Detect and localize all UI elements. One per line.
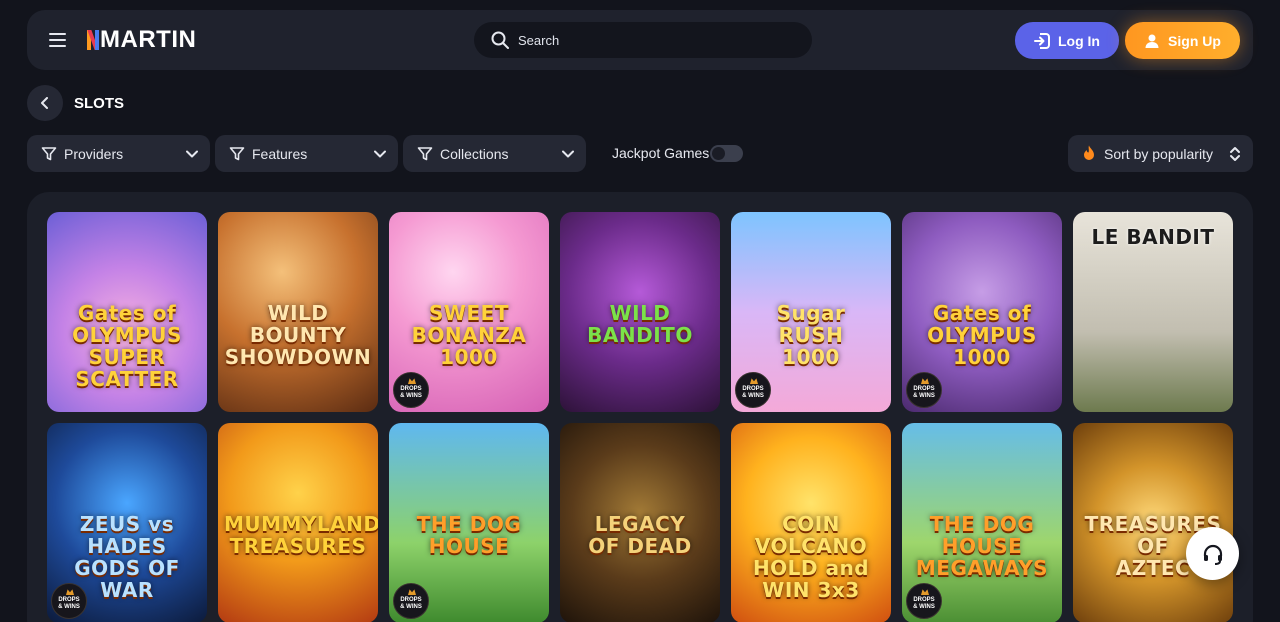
game-tile[interactable]: LEGACY OF DEAD: [560, 423, 720, 622]
back-button[interactable]: [27, 85, 63, 121]
game-tile[interactable]: ZEUS vs HADES GODS OF WAR DROPS & WINS: [47, 423, 207, 622]
logo-mark-icon: [87, 30, 99, 50]
drops-wins-badge: DROPS & WINS: [51, 583, 87, 619]
login-icon: [1034, 32, 1050, 49]
logo-text: MARTIN: [100, 26, 197, 53]
collections-dropdown[interactable]: Collections: [403, 135, 586, 172]
game-title: SWEET BONANZA 1000: [411, 301, 527, 369]
support-chat-button[interactable]: [1186, 527, 1239, 580]
game-title: THE DOG HOUSE: [416, 512, 522, 558]
game-title: LEGACY OF DEAD: [588, 512, 692, 558]
hamburger-icon[interactable]: [49, 33, 66, 47]
game-tile[interactable]: TREASURES OF AZTEC: [1073, 423, 1233, 622]
chevron-left-icon: [41, 97, 48, 109]
filter-icon: [417, 146, 433, 160]
filter-icon: [41, 146, 57, 160]
game-tile[interactable]: WILD BANDITO: [560, 212, 720, 412]
sort-label: Sort by popularity: [1104, 145, 1213, 162]
providers-dropdown[interactable]: Providers: [27, 135, 210, 172]
game-title: Gates of OLYMPUS SUPER SCATTER: [72, 301, 182, 391]
chevron-down-icon: [562, 150, 574, 157]
chevron-down-icon: [186, 150, 198, 157]
game-tile[interactable]: Sugar RUSH 1000 DROPS & WINS: [731, 212, 891, 412]
toggle-knob: [712, 147, 725, 160]
features-label: Features: [252, 145, 308, 162]
game-title: COIN VOLCANO HOLD and WIN 3x3: [752, 512, 870, 602]
game-tile[interactable]: MUMMYLAND TREASURES: [218, 423, 378, 622]
sort-dropdown[interactable]: Sort by popularity: [1068, 135, 1253, 172]
features-dropdown[interactable]: Features: [215, 135, 398, 172]
game-title: THE DOG HOUSE MEGAWAYS: [915, 512, 1049, 580]
page-title: SLOTS: [74, 95, 125, 112]
game-tile[interactable]: LE BANDIT: [1073, 212, 1233, 412]
drops-wins-badge: DROPS & WINS: [735, 372, 771, 408]
signup-label: Sign Up: [1168, 32, 1221, 49]
signup-button[interactable]: Sign Up: [1125, 22, 1240, 59]
filter-icon: [229, 146, 245, 160]
sort-icon: [1230, 146, 1240, 161]
collections-label: Collections: [440, 145, 509, 162]
chevron-down-icon: [374, 150, 386, 157]
game-title: Sugar RUSH 1000: [776, 301, 846, 369]
top-header: MARTIN Log In Sign Up: [27, 10, 1253, 70]
game-title: Gates of OLYMPUS 1000: [927, 301, 1037, 369]
login-button[interactable]: Log In: [1015, 22, 1119, 59]
drops-wins-badge: DROPS & WINS: [393, 372, 429, 408]
game-tile[interactable]: Gates of OLYMPUS SUPER SCATTER: [47, 212, 207, 412]
drops-wins-badge: DROPS & WINS: [906, 583, 942, 619]
drops-wins-badge: DROPS & WINS: [906, 372, 942, 408]
game-tile[interactable]: THE DOG HOUSE MEGAWAYS DROPS & WINS: [902, 423, 1062, 622]
game-tile[interactable]: THE DOG HOUSE DROPS & WINS: [389, 423, 549, 622]
game-title: WILD BOUNTY SHOWDOWN: [224, 301, 372, 369]
search-icon: [491, 31, 509, 49]
game-tile[interactable]: SWEET BONANZA 1000 DROPS & WINS: [389, 212, 549, 412]
search-input[interactable]: [518, 32, 778, 48]
game-title: LE BANDIT: [1091, 225, 1215, 249]
headset-icon: [1203, 544, 1222, 565]
search-bar[interactable]: [474, 22, 812, 58]
game-title: WILD BANDITO: [587, 301, 693, 347]
providers-label: Providers: [64, 145, 124, 162]
jackpot-toggle[interactable]: [710, 145, 743, 162]
game-tile[interactable]: WILD BOUNTY SHOWDOWN: [218, 212, 378, 412]
jackpot-label: Jackpot Games: [612, 145, 710, 161]
drops-wins-badge: DROPS & WINS: [393, 583, 429, 619]
login-label: Log In: [1058, 32, 1100, 49]
logo[interactable]: MARTIN: [87, 26, 197, 53]
game-tile[interactable]: COIN VOLCANO HOLD and WIN 3x3: [731, 423, 891, 622]
game-tile[interactable]: Gates of OLYMPUS 1000 DROPS & WINS: [902, 212, 1062, 412]
game-title: MUMMYLAND TREASURES: [224, 512, 378, 558]
user-icon: [1145, 34, 1159, 48]
fire-icon: [1084, 145, 1094, 160]
